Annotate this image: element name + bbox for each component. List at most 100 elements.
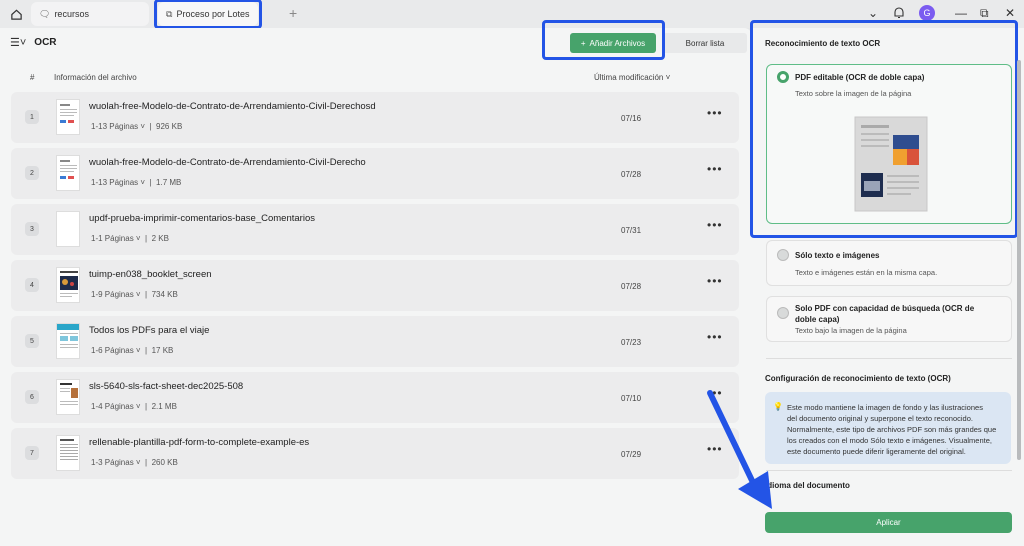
info-line: este documento puede diferir ligeramente… <box>787 447 966 456</box>
row-number: 5 <box>25 334 39 348</box>
pages-label: 1-6 Páginas <box>91 346 134 355</box>
file-size: 260 KB <box>151 458 178 467</box>
file-name: updf-prueba-imprimir-comentarios-base_Co… <box>89 213 315 224</box>
divider <box>766 358 1012 359</box>
table-row[interactable]: 7 rellenable-plantilla-pdf-form-to-compl… <box>11 428 739 479</box>
file-pages[interactable]: 1-13 Páginas ˅ | 1.7 MB <box>91 178 181 187</box>
file-size: 1.7 MB <box>156 178 182 187</box>
pages-label: 1-4 Páginas <box>91 402 134 411</box>
file-name: sls-5640-sls-fact-sheet-dec2025-508 <box>89 381 244 392</box>
more-options-icon[interactable]: ••• <box>707 218 723 232</box>
chevron-down-icon[interactable]: ⌄ <box>868 6 878 20</box>
option-text-images[interactable]: Sólo texto e imágenes Texto e imágenes e… <box>766 240 1012 286</box>
col-modified[interactable]: Última modificación ˅ <box>594 73 670 82</box>
highlight-box-ocr <box>750 20 1018 238</box>
info-line: los creados con el modo Sólo texto e imá… <box>787 436 992 445</box>
row-number: 1 <box>25 110 39 124</box>
home-icon[interactable] <box>6 4 26 24</box>
file-name: tuimp-en038_booklet_screen <box>89 269 212 280</box>
file-size: 17 KB <box>151 346 174 355</box>
option-title: Solo PDF con capacidad de búsqueda (OCR … <box>795 304 975 313</box>
more-options-icon[interactable]: ••• <box>707 330 723 344</box>
chevron-down-icon: ˅ <box>665 73 671 82</box>
tab-label: recursos <box>54 9 89 19</box>
file-date: 07/28 <box>621 282 642 291</box>
table-row[interactable]: 3 updf-prueba-imprimir-comentarios-base_… <box>11 204 739 255</box>
menu-icon[interactable]: ☰˅ <box>10 36 26 49</box>
annotation-arrow <box>707 390 772 509</box>
row-number: 6 <box>25 390 39 404</box>
file-size: 2 KB <box>151 234 169 243</box>
chat-icon: 🗨 <box>39 8 51 19</box>
info-line: Normalmente, este tipo de archivos PDF s… <box>787 425 997 434</box>
file-pages[interactable]: 1-4 Páginas ˅ | 2.1 MB <box>91 402 177 411</box>
more-options-icon[interactable]: ••• <box>707 274 723 288</box>
info-box: 💡 Este modo mantiene la imagen de fondo … <box>765 392 1011 464</box>
table-row[interactable]: 4 tuimp-en038_booklet_screen 1-9 Páginas… <box>11 260 739 311</box>
option-subtitle: Texto bajo la imagen de la página <box>795 326 907 335</box>
row-number: 2 <box>25 166 39 180</box>
info-line: del documento original y superpone el te… <box>787 414 973 423</box>
file-pages[interactable]: 1-1 Páginas ˅ | 2 KB <box>91 234 169 243</box>
file-thumbnail <box>56 323 80 359</box>
file-size: 926 KB <box>156 122 183 131</box>
file-thumbnail <box>56 211 80 247</box>
file-pages[interactable]: 1-13 Páginas ˅ | 926 KB <box>91 122 182 131</box>
ocr-settings-panel: Reconocimiento de texto OCR PDF editable… <box>750 20 1024 546</box>
new-tab-icon[interactable]: + <box>289 5 297 21</box>
radio-searchable-pdf[interactable] <box>777 307 789 319</box>
pages-label: 1-3 Páginas <box>91 458 134 467</box>
table-row[interactable]: 5 Todos los PDFs para el viaje 1-6 Págin… <box>11 316 739 367</box>
file-pages[interactable]: 1-9 Páginas ˅ | 734 KB <box>91 290 178 299</box>
row-number: 4 <box>25 278 39 292</box>
pages-label: 1-13 Páginas <box>91 122 139 131</box>
row-number: 3 <box>25 222 39 236</box>
pages-label: 1-13 Páginas <box>91 178 139 187</box>
file-pages[interactable]: 1-3 Páginas ˅ | 260 KB <box>91 458 178 467</box>
option-title-line2: doble capa) <box>795 315 840 324</box>
option-searchable-pdf[interactable]: Solo PDF con capacidad de búsqueda (OCR … <box>766 296 1012 342</box>
file-size: 734 KB <box>151 290 178 299</box>
toolbar-title: ☰˅ OCR <box>10 36 57 49</box>
file-name: Todos los PDFs para el viaje <box>89 325 210 336</box>
file-thumbnail <box>56 435 80 471</box>
minimize-icon[interactable]: — <box>955 6 967 20</box>
apply-button[interactable]: Aplicar <box>765 512 1012 533</box>
file-size: 2.1 MB <box>151 402 177 411</box>
pages-label: 1-9 Páginas <box>91 290 134 299</box>
divider <box>766 470 1012 471</box>
table-row[interactable]: 6 sls-5640-sls-fact-sheet-dec2025-508 1-… <box>11 372 739 423</box>
file-name: wuolah-free-Modelo-de-Contrato-de-Arrend… <box>89 157 366 168</box>
table-row[interactable]: 2 wuolah-free-Modelo-de-Contrato-de-Arre… <box>11 148 739 199</box>
info-line: Este modo mantiene la imagen de fondo y … <box>787 403 983 412</box>
file-thumbnail <box>56 267 80 303</box>
file-pages[interactable]: 1-6 Páginas ˅ | 17 KB <box>91 346 173 355</box>
file-date: 07/10 <box>621 394 642 403</box>
close-icon[interactable]: ✕ <box>1005 6 1015 20</box>
file-date: 07/16 <box>621 114 642 123</box>
file-list-panel: ☰˅ OCR + Añadir Archivos Borrar lista # … <box>0 20 752 546</box>
more-options-icon[interactable]: ••• <box>707 162 723 176</box>
highlight-box-add <box>542 20 665 60</box>
file-name: rellenable-plantilla-pdf-form-to-complet… <box>89 437 310 448</box>
pages-label: 1-1 Páginas <box>91 234 134 243</box>
file-date: 07/28 <box>621 170 642 179</box>
section-title-config: Configuración de reconocimiento de texto… <box>765 374 951 383</box>
more-options-icon[interactable]: ••• <box>707 106 723 120</box>
scrollbar[interactable] <box>1017 60 1021 460</box>
row-number: 7 <box>25 446 39 460</box>
highlight-box-tab <box>154 0 262 29</box>
table-row[interactable]: 1 wuolah-free-Modelo-de-Contrato-de-Arre… <box>11 92 739 143</box>
restore-icon[interactable]: ⧉ <box>980 6 989 21</box>
radio-text-images[interactable] <box>777 249 789 261</box>
file-thumbnail <box>56 99 80 135</box>
clear-list-button[interactable]: Borrar lista <box>663 33 747 53</box>
tab-recursos[interactable]: 🗨 recursos <box>31 2 149 26</box>
option-title: Sólo texto e imágenes <box>795 251 880 260</box>
file-thumbnail <box>56 379 80 415</box>
file-name: wuolah-free-Modelo-de-Contrato-de-Arrend… <box>89 101 376 112</box>
avatar[interactable]: G <box>919 5 935 21</box>
file-date: 07/29 <box>621 450 642 459</box>
file-thumbnail <box>56 155 80 191</box>
col-number: # <box>30 73 35 82</box>
